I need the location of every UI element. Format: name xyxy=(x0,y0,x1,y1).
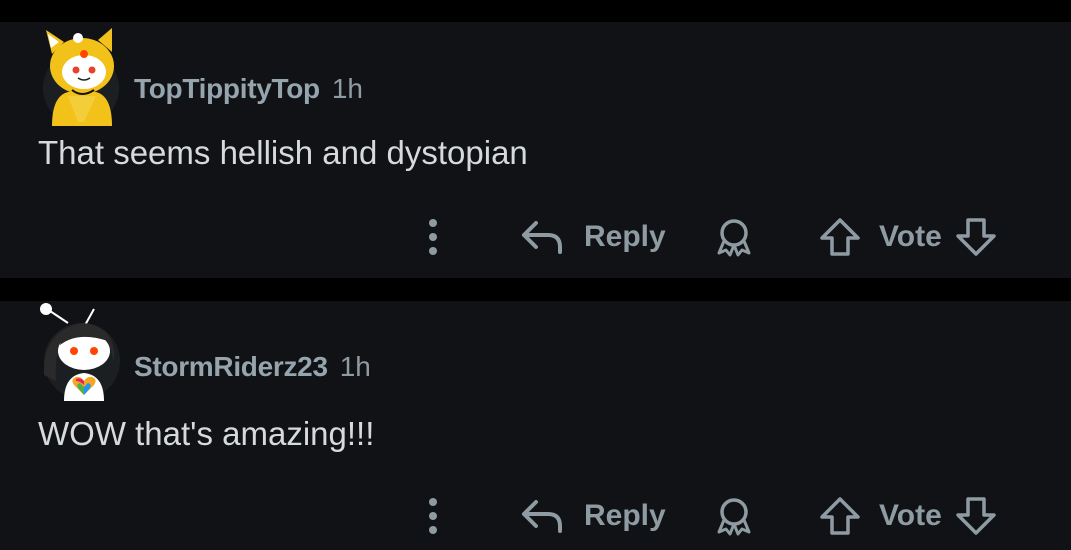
upvote-button[interactable] xyxy=(819,212,861,262)
downvote-button[interactable] xyxy=(955,212,997,262)
reply-arrow-icon xyxy=(522,500,562,533)
vote-label: Vote xyxy=(879,499,942,532)
author-name[interactable]: TopTippityTop xyxy=(134,73,320,104)
more-options-button[interactable] xyxy=(416,212,450,262)
reply-label: Reply xyxy=(584,220,666,253)
reply-label: Reply xyxy=(584,499,666,532)
award-button[interactable] xyxy=(712,491,756,541)
vote-label: Vote xyxy=(879,220,942,253)
downvote-arrow-icon xyxy=(956,218,996,256)
comment-actions: Reply Vote xyxy=(0,491,1071,541)
comment-meta: TopTippityTop 1h xyxy=(134,73,363,105)
upvote-arrow-icon xyxy=(820,497,860,535)
comment: TopTippityTop 1h That seems hellish and d… xyxy=(0,22,1071,278)
comment-age: 1h xyxy=(339,351,371,382)
reply-button[interactable]: Reply xyxy=(520,491,666,541)
comment-body: WOW that's amazing!!! xyxy=(38,415,375,452)
user-avatar[interactable] xyxy=(38,26,124,126)
reply-arrow-icon xyxy=(522,221,562,254)
more-vertical-icon xyxy=(429,498,437,534)
downvote-button[interactable] xyxy=(955,491,997,541)
more-options-button[interactable] xyxy=(416,491,450,541)
comment-actions: Reply Vote xyxy=(0,212,1071,262)
upvote-arrow-icon xyxy=(820,218,860,256)
award-button[interactable] xyxy=(712,212,756,262)
comment-feed: TopTippityTop 1h That seems hellish and d… xyxy=(0,0,1071,550)
award-icon xyxy=(717,219,751,257)
comment-body: That seems hellish and dystopian xyxy=(38,134,528,171)
reply-button[interactable]: Reply xyxy=(520,212,666,262)
upvote-button[interactable] xyxy=(819,491,861,541)
more-vertical-icon xyxy=(429,219,437,255)
comment-meta: StormRiderz23 1h xyxy=(134,351,371,383)
author-name[interactable]: StormRiderz23 xyxy=(134,351,328,382)
downvote-arrow-icon xyxy=(956,497,996,535)
comment: StormRiderz23 1h WOW that's amazing!!! Re… xyxy=(0,301,1071,550)
user-avatar[interactable] xyxy=(38,301,124,401)
comment-age: 1h xyxy=(331,73,363,104)
award-icon xyxy=(717,498,751,536)
